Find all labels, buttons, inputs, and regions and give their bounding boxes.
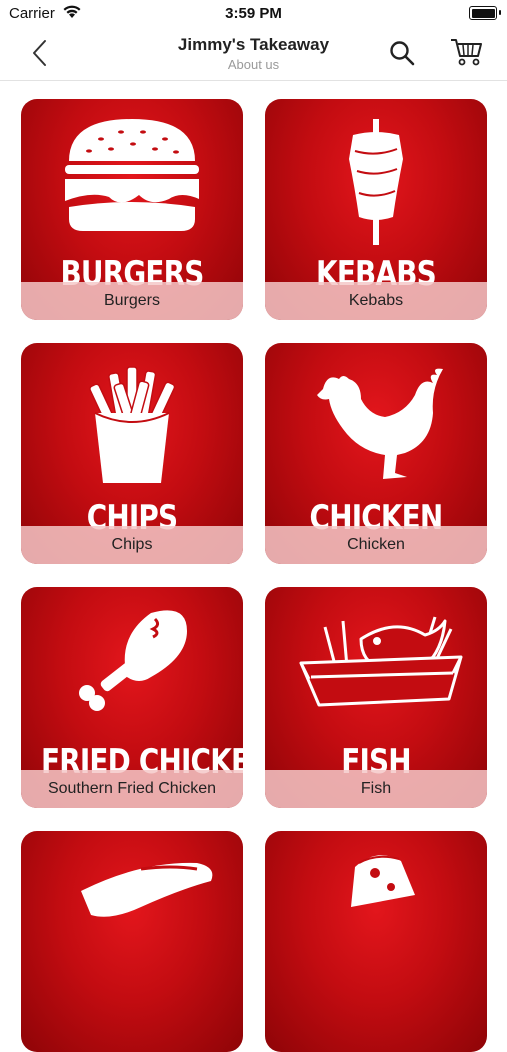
category-tile-fried-chicken[interactable]: FRIED CHICKEN Southern Fried Chicken (21, 587, 243, 808)
fish-and-chips-icon (299, 616, 463, 707)
category-tile-pizza[interactable] (265, 831, 487, 1052)
about-us-link[interactable]: About us (0, 57, 507, 72)
hotdog-icon (81, 862, 213, 917)
category-label: Southern Fried Chicken (21, 770, 243, 808)
category-tile-chips[interactable]: CHIPS Chips (21, 343, 243, 564)
category-tile-kebabs[interactable]: KEBABS Kebabs (265, 99, 487, 320)
cart-icon[interactable] (450, 37, 484, 67)
fries-icon (89, 366, 176, 483)
pizza-icon (351, 855, 415, 907)
category-tile-hotdog[interactable] (21, 831, 243, 1052)
page-title: Jimmy's Takeaway (177, 35, 330, 54)
navigation-bar: Jimmy's Takeaway About us (0, 28, 507, 81)
category-tile-fish[interactable]: FISH Fish (265, 587, 487, 808)
clock: 3:59 PM (225, 5, 282, 22)
status-bar: Carrier 3:59 PM (0, 0, 507, 28)
category-tile-chicken[interactable]: CHICKEN Chicken (265, 343, 487, 564)
category-label: Chips (21, 526, 243, 564)
category-label: Kebabs (265, 282, 487, 320)
category-label: Chicken (265, 526, 487, 564)
burger-icon (65, 119, 199, 231)
category-tile-burgers[interactable]: BURGERS Burgers (21, 99, 243, 320)
kebab-icon (349, 119, 403, 245)
battery-icon (469, 6, 501, 20)
category-label: Burgers (21, 282, 243, 320)
drumstick-icon (79, 610, 187, 711)
chicken-icon (317, 368, 443, 479)
category-label: Fish (265, 770, 487, 808)
search-icon[interactable] (388, 39, 416, 67)
